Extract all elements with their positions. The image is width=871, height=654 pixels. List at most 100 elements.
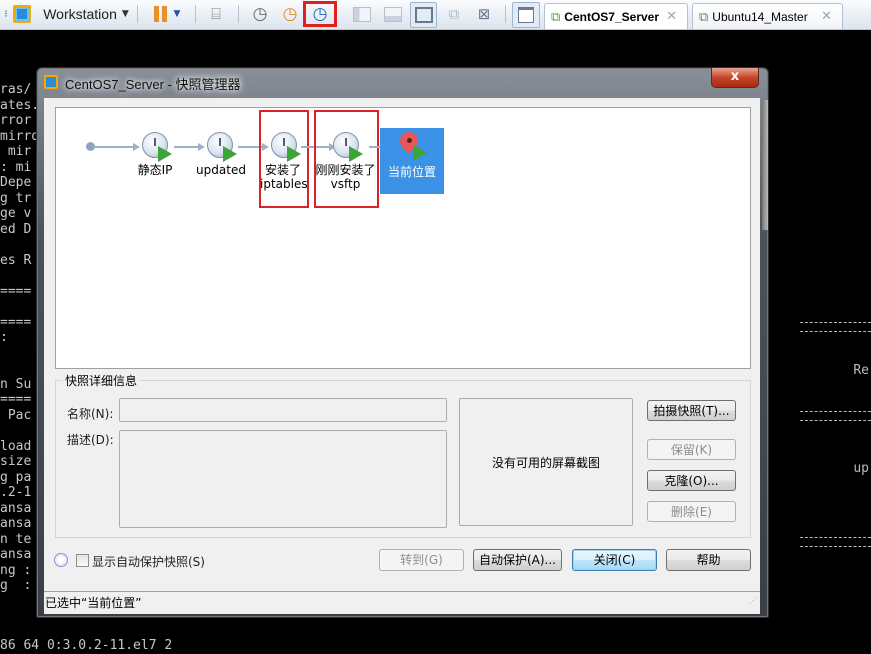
unity-icon: ⧉ xyxy=(448,5,460,23)
pause-button[interactable]: ▼ xyxy=(147,3,187,25)
close-tab-icon[interactable]: ✕ xyxy=(666,8,677,24)
tab-view-icon xyxy=(518,7,534,23)
terminal-scrollbar[interactable] xyxy=(762,100,768,230)
delete-button[interactable]: 删除(E) xyxy=(647,501,736,522)
exclusive-mode-button[interactable]: ⊠ xyxy=(472,3,496,25)
autoprotect-button[interactable]: 自动保护(A)... xyxy=(473,549,562,571)
revert-snapshot-button[interactable]: ◷ xyxy=(278,3,302,25)
autoprotect-icon xyxy=(54,553,68,567)
terminal-text: up xyxy=(853,460,869,476)
show-autoprotect-checkbox[interactable] xyxy=(76,554,89,567)
terminal-line: : mi xyxy=(0,159,32,175)
terminal-line: size xyxy=(0,454,32,469)
description-textarea[interactable] xyxy=(119,430,447,528)
show-autoprotect-label[interactable]: 显示自动保护快照(S) xyxy=(92,553,205,570)
terminal-line: Depe xyxy=(0,175,32,190)
terminal-text: Re xyxy=(853,363,869,378)
name-input[interactable] xyxy=(119,398,447,422)
terminal-line: ng : xyxy=(0,562,32,578)
screenshot-placeholder-text: 没有可用的屏幕截图 xyxy=(491,455,600,470)
toolbar-grip-icon: ⁝ xyxy=(4,8,8,20)
terminal-line: n te xyxy=(0,531,32,547)
toolbar-separator xyxy=(505,5,506,23)
take-snapshot-button[interactable]: 拍摄快照(T)... xyxy=(647,400,736,421)
play-icon xyxy=(158,146,172,162)
help-button[interactable]: 帮助 xyxy=(666,549,751,571)
take-snapshot-button[interactable]: ◷ xyxy=(248,3,272,25)
snapshot-details-title: 快照详细信息 xyxy=(63,372,140,389)
snapshot-node[interactable]: updated xyxy=(194,130,248,180)
pause-icon xyxy=(153,6,159,22)
keep-button[interactable]: 保留(K) xyxy=(647,439,736,460)
snapshot-tree[interactable]: 静态IP updated 安装了 iptables 刚刚安装了 vsftp 当前… xyxy=(55,107,751,369)
snapshot-label-line2: vsftp xyxy=(330,177,361,191)
console-view-button[interactable] xyxy=(350,3,374,25)
console-view-icon xyxy=(353,6,371,22)
close-button[interactable]: 关闭(C) xyxy=(572,549,657,571)
terminal-left-text: ras/ates. rror mirro mir: mi Depe g tr ge v ed… xyxy=(0,82,39,594)
snapshot-manager-dialog: CentOS7_Server - 快照管理器 x 静态IP updated 安装… xyxy=(36,67,769,618)
toolbar-separator xyxy=(195,5,196,23)
play-icon xyxy=(287,146,301,162)
terminal-rule xyxy=(800,410,871,421)
take-snapshot-icon: ◷ xyxy=(252,4,268,24)
workstation-menu-button[interactable]: Workstation ▼ xyxy=(40,3,132,25)
status-bar: 已选中“当前位置” ⋰ xyxy=(44,591,760,614)
terminal-bottom-line: 86 64 0:3.0.2-11.el7 2 xyxy=(0,638,173,653)
fullscreen-button[interactable] xyxy=(410,2,437,28)
terminal-line: ansa xyxy=(0,516,32,531)
workstation-logo-icon xyxy=(12,3,32,25)
toolbar-separator xyxy=(137,5,138,23)
clone-button[interactable]: 克隆(O)... xyxy=(647,470,736,491)
terminal-line: n Su xyxy=(0,376,32,392)
terminal-line: ates. xyxy=(0,97,40,113)
goto-button[interactable]: 转到(G) xyxy=(379,549,464,571)
snapshot-manager-button[interactable]: ◷ xyxy=(303,1,337,27)
description-label: 描述(D): xyxy=(67,433,114,447)
terminal-line: mir xyxy=(0,144,32,159)
tab-label: Ubuntu14_Master xyxy=(712,9,808,24)
terminal-line: ge v xyxy=(0,206,32,221)
workstation-label: Workstation xyxy=(43,6,117,22)
vm-icon: ⧉ xyxy=(551,8,561,24)
dialog-client-area: 静态IP updated 安装了 iptables 刚刚安装了 vsftp 当前… xyxy=(44,98,760,614)
tab-label: CentOS7_Server xyxy=(564,9,660,24)
close-tab-icon[interactable]: ✕ xyxy=(821,8,832,24)
terminal-line: es R xyxy=(0,252,32,268)
pause-icon-bar xyxy=(161,6,167,22)
play-icon xyxy=(223,146,237,162)
resize-grip-icon[interactable]: ⋰ xyxy=(749,590,757,612)
current-position-node[interactable]: 当前位置 xyxy=(380,128,444,194)
thumbnail-view-button[interactable] xyxy=(381,3,405,25)
terminal-line: ed D xyxy=(0,221,32,237)
terminal-line: g tr xyxy=(0,190,32,206)
snapshot-label: updated xyxy=(196,163,246,177)
snapshot-manager-icon: ◷ xyxy=(312,4,328,24)
terminal-line: g pa xyxy=(0,469,32,485)
snapshot-node[interactable]: 安装了 iptables xyxy=(260,130,308,191)
snapshot-label: 静态IP xyxy=(137,163,173,177)
tab-ubuntu14-master[interactable]: ⧉ Ubuntu14_Master ✕ xyxy=(692,3,843,29)
unity-button[interactable]: ⧉ xyxy=(442,3,466,25)
close-window-button[interactable]: x xyxy=(711,68,759,88)
tab-view-button[interactable] xyxy=(512,2,540,28)
terminal-rule xyxy=(800,537,871,547)
location-pin-dot xyxy=(407,138,412,143)
terminal-line: Pac xyxy=(0,407,32,423)
terminal-line: : xyxy=(0,330,8,345)
snapshot-label-line2: iptables xyxy=(260,177,308,191)
terminal-line: g : xyxy=(0,578,32,593)
terminal-line: .2-1 xyxy=(0,485,32,500)
play-icon xyxy=(349,146,363,162)
vmware-toolbar: ⁝ Workstation ▼ ▼ ⌸ ◷ ◷ ◷ ⧉ ⊠ ⧉ CentOS7_… xyxy=(0,0,871,30)
terminal-right-text: Re up xyxy=(800,288,871,563)
tab-centos7-server[interactable]: ⧉ CentOS7_Server ✕ xyxy=(544,3,688,29)
terminal-line: ansa xyxy=(0,500,32,516)
snapshot-node[interactable]: 静态IP xyxy=(130,130,180,180)
snapshot-node[interactable]: 刚刚安装了 vsftp xyxy=(315,130,377,191)
send-ctrl-alt-del-button[interactable]: ⌸ xyxy=(204,3,228,25)
snapshot-label-line1: 安装了 xyxy=(264,163,301,177)
